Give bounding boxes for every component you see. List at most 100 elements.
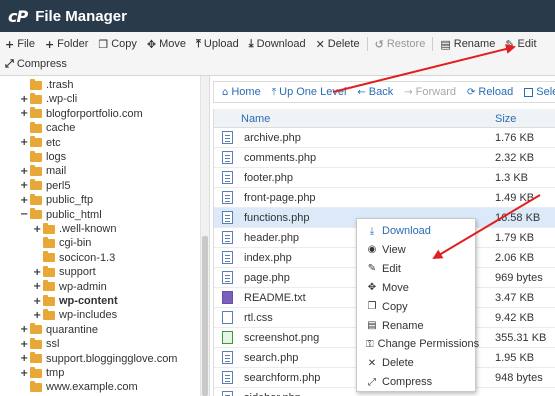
reload-nav-button[interactable]: ⟳ Reload: [467, 86, 513, 98]
upload-button[interactable]: ⤒ Upload: [191, 34, 244, 54]
checkbox-icon: [524, 87, 534, 97]
tree-item-wp-includes[interactable]: + wp-includes: [33, 308, 117, 322]
tree-item-etc[interactable]: + etc: [20, 136, 61, 150]
file-name: footer.php: [244, 172, 293, 184]
back-nav-button[interactable]: ← Back: [357, 86, 393, 98]
column-header-size[interactable]: Size: [495, 113, 516, 125]
tree-scrollbar-thumb[interactable]: [202, 236, 208, 396]
expand-icon[interactable]: +: [33, 296, 41, 307]
edit-icon: ✎: [505, 37, 515, 51]
tree-item-quarantine[interactable]: + quarantine: [20, 323, 98, 337]
move-button[interactable]: ✥ Move: [142, 34, 191, 54]
folder-icon: [30, 352, 42, 364]
tree-scrollbar[interactable]: [200, 76, 209, 396]
expand-icon[interactable]: +: [33, 267, 41, 278]
file-name: rtl.css: [244, 312, 273, 324]
download-button[interactable]: ⤓ Download: [244, 34, 311, 54]
expand-icon[interactable]: +: [20, 195, 28, 206]
tree-item-wp-cli[interactable]: + .wp-cli: [20, 92, 77, 106]
expand-icon[interactable]: +: [33, 281, 41, 292]
up-one-level-nav-button[interactable]: ⤒ Up One Level: [272, 86, 347, 98]
tree-item-support[interactable]: + support: [33, 265, 96, 279]
selec-nav-button[interactable]: Selec: [524, 86, 555, 98]
menu-item-copy[interactable]: ❐ Copy: [357, 298, 475, 316]
table-row[interactable]: front-page.php 1.49 KB: [214, 188, 555, 208]
tree-item-trash[interactable]: .trash: [20, 78, 74, 92]
tree-item-mail[interactable]: + mail: [20, 164, 66, 178]
expand-icon[interactable]: +: [20, 353, 28, 364]
php-file-icon: [222, 171, 233, 184]
move-icon: ✥: [367, 282, 377, 294]
expand-icon[interactable]: +: [33, 224, 41, 235]
php-file-icon: [222, 211, 233, 224]
folder-icon: [30, 337, 42, 349]
file-size: 969 bytes: [495, 272, 543, 284]
tree-item-well-known[interactable]: + .well-known: [33, 222, 116, 236]
toolbar-row-primary: + File + Folder ❐ Copy ✥ Move ⤒ Upload ⤓ Download ✕ D…: [0, 34, 542, 54]
collapse-icon[interactable]: −: [20, 209, 28, 220]
menu-item-delete[interactable]: ✕ Delete: [357, 354, 475, 372]
menu-item-label: Edit: [382, 262, 401, 275]
table-row[interactable]: footer.php 1.3 KB: [214, 168, 555, 188]
menu-item-edit[interactable]: ✎ Edit: [357, 260, 475, 278]
tree-item-wp-content[interactable]: + wp-content: [33, 294, 118, 308]
rename-button[interactable]: ▤ Rename: [435, 34, 500, 54]
compress-button[interactable]: ⤢ Compress: [0, 54, 72, 74]
expand-icon[interactable]: +: [20, 180, 28, 191]
menu-item-rename[interactable]: ▤ Rename: [357, 317, 475, 335]
delete-label: Delete: [327, 38, 360, 50]
tree-item-label: quarantine: [46, 323, 98, 336]
menu-item-compress[interactable]: ⤢ Compress: [357, 373, 475, 391]
menu-item-download[interactable]: ⤓ Download: [357, 222, 475, 240]
expand-icon[interactable]: +: [33, 310, 41, 321]
folder-button[interactable]: + Folder: [40, 34, 93, 54]
tree-item-label: wp-admin: [59, 280, 107, 293]
file-size: 1.49 KB: [495, 192, 535, 204]
expand-icon[interactable]: +: [20, 166, 28, 177]
tree-item-wp-admin[interactable]: + wp-admin: [33, 280, 107, 294]
file-name: page.php: [244, 272, 290, 284]
home-nav-button[interactable]: ⌂ Home: [222, 86, 261, 98]
tree-item-perl5[interactable]: + perl5: [20, 179, 70, 193]
table-row[interactable]: archive.php 1.76 KB: [214, 128, 555, 148]
menu-item-change-permissions[interactable]: ⚿ Change Permissions: [357, 335, 479, 353]
folder-icon: [30, 107, 42, 119]
delete-button[interactable]: ✕ Delete: [311, 34, 365, 54]
tree-item-support-bloggingglove-com[interactable]: + support.bloggingglove.com: [20, 352, 177, 366]
tree-item-public-ftp[interactable]: + public_ftp: [20, 193, 93, 207]
toolbar: + File + Folder ❐ Copy ✥ Move ⤒ Upload ⤓ Download ✕ D…: [0, 32, 555, 76]
menu-item-move[interactable]: ✥ Move: [357, 279, 475, 297]
file-size: 1.95 KB: [495, 352, 535, 364]
copy-button[interactable]: ❐ Copy: [93, 34, 142, 54]
edit-button[interactable]: ✎ Edit: [500, 34, 541, 54]
menu-item-view[interactable]: ◉ View: [357, 241, 475, 259]
column-header-name[interactable]: Name: [241, 113, 270, 125]
tree-item-public-html[interactable]: − public_html: [20, 208, 102, 222]
expand-icon[interactable]: +: [20, 368, 28, 379]
file-button[interactable]: + File: [0, 34, 40, 54]
expand-icon[interactable]: +: [20, 108, 28, 119]
expand-icon[interactable]: +: [20, 324, 28, 335]
expand-icon[interactable]: +: [20, 94, 28, 105]
cpanel-logo[interactable]: cP: [8, 7, 28, 26]
table-row[interactable]: comments.php 2.32 KB: [214, 148, 555, 168]
tree-item-cache[interactable]: cache: [20, 121, 75, 135]
toolbar-separator: [366, 37, 368, 51]
menu-item-label: Delete: [382, 357, 414, 370]
tree-item-socicon-1-3[interactable]: socicon-1.3: [33, 251, 115, 265]
tree-item-cgi-bin[interactable]: cgi-bin: [33, 236, 91, 250]
toolbar-separator: [432, 37, 434, 51]
tree-item-tmp[interactable]: + tmp: [20, 366, 64, 380]
download-label: Download: [256, 38, 306, 50]
folder-icon: [30, 78, 42, 90]
edit-label: Edit: [517, 38, 537, 50]
tree-item-ssl[interactable]: + ssl: [20, 337, 59, 351]
tree-item-blogforportfolio-com[interactable]: + blogforportfolio.com: [20, 107, 143, 121]
tree-item-www-example-com[interactable]: www.example.com: [20, 380, 138, 394]
tree-item-logs[interactable]: logs: [20, 150, 66, 164]
forward-nav-button[interactable]: → Forward: [404, 86, 456, 98]
expand-icon[interactable]: +: [20, 339, 28, 350]
restore-button[interactable]: ↺ Restore: [370, 34, 431, 54]
back-nav-label: Back: [368, 86, 394, 98]
expand-icon[interactable]: +: [20, 137, 28, 148]
